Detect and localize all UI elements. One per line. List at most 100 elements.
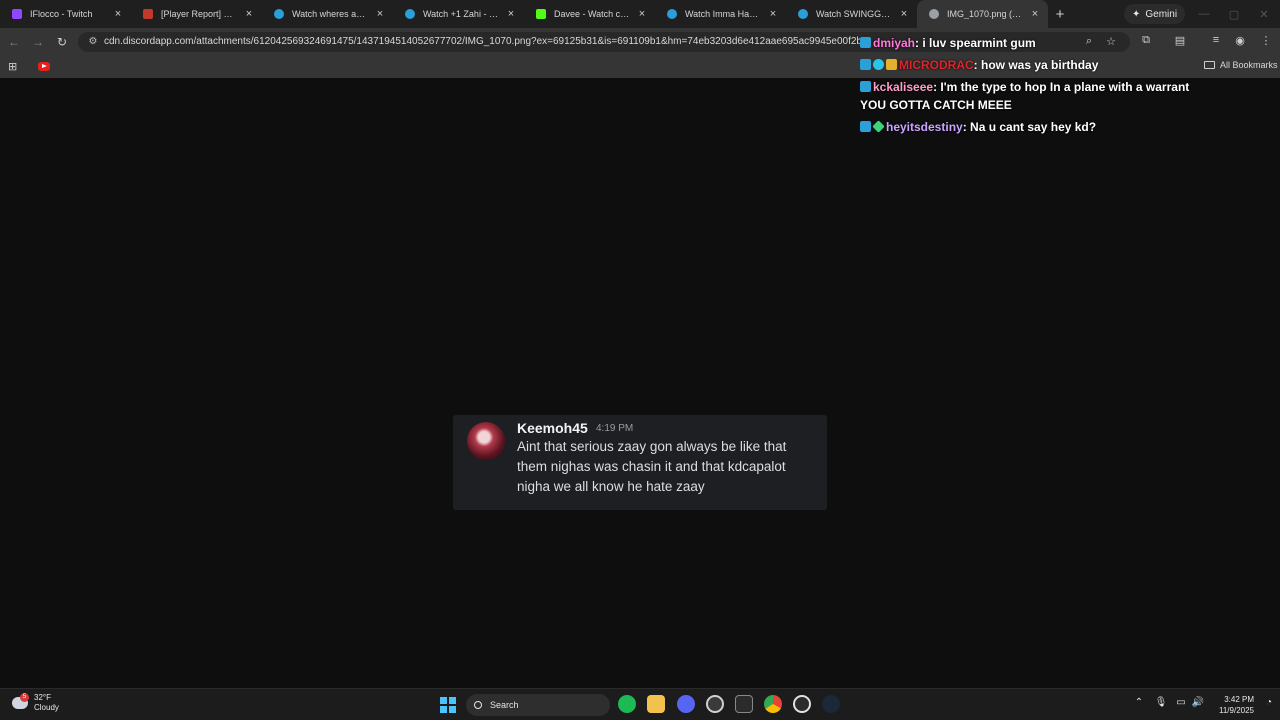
chat-username: heyitsdestiny: [886, 120, 963, 134]
badge-icon: [860, 37, 871, 48]
clock-time: 3:42 PM: [1224, 695, 1254, 704]
gemini-label: Gemini: [1145, 8, 1178, 20]
extensions-icon[interactable]: ⧉: [1138, 34, 1154, 50]
tab-title: Watch Imma Handlerr |: [685, 9, 762, 19]
badge-icon: [860, 121, 871, 132]
chat-username: kckaliseee: [873, 80, 934, 94]
steam-icon[interactable]: [822, 695, 840, 713]
chat-username: MICRODRAC: [899, 58, 974, 72]
start-icon[interactable]: [440, 697, 456, 713]
chevron-up-icon[interactable]: ⌃: [1132, 697, 1146, 708]
sparkle-badge-icon: [872, 120, 885, 133]
close-icon[interactable]: ×: [504, 8, 518, 20]
discord-icon[interactable]: [677, 695, 695, 713]
tab-wheres-audio[interactable]: Watch wheres audio | S ×: [262, 0, 393, 28]
maximize-icon[interactable]: ▢: [1218, 0, 1250, 28]
tab-title: IMG_1070.png (750×15: [947, 9, 1024, 19]
tab-swinggg[interactable]: Watch SWINGGG - Ha ×: [786, 0, 917, 28]
minimize-icon[interactable]: —: [1188, 0, 1220, 28]
tab-twitch[interactable]: IFlocco - Twitch ×: [0, 0, 131, 28]
tab-davee[interactable]: Davee - Watch clips on ×: [524, 0, 655, 28]
weather-widget[interactable]: 5 32°F Cloudy: [12, 693, 59, 713]
url-text[interactable]: cdn.discordapp.com/attachments/612042569…: [104, 36, 864, 47]
bookmark-star-icon[interactable]: ☆: [1104, 35, 1118, 49]
close-icon[interactable]: ×: [111, 8, 125, 20]
clock[interactable]: 3:42 PM 11/9/2025: [1212, 694, 1254, 716]
tab-img-1070[interactable]: IMG_1070.png (750×15 ×: [917, 0, 1048, 28]
back-icon[interactable]: ←: [6, 34, 22, 50]
search-label: Search: [490, 700, 519, 710]
g-hub-icon[interactable]: [793, 695, 811, 713]
zoom-icon[interactable]: ⌕: [1082, 35, 1096, 49]
apps-icon[interactable]: ⊞: [8, 60, 20, 73]
all-bookmarks-button[interactable]: All Bookmarks: [1204, 60, 1278, 70]
badge-icon: [860, 59, 871, 70]
gemini-button[interactable]: ✦ Gemini: [1124, 4, 1186, 24]
close-icon[interactable]: ×: [635, 8, 649, 20]
app-icon[interactable]: [706, 695, 724, 713]
kick-icon: [405, 9, 415, 19]
badge-icon: [873, 59, 884, 70]
microphone-icon[interactable]: 🎙: [1154, 697, 1168, 708]
message-author: Keemoh45: [517, 420, 588, 436]
search-icon: [474, 701, 482, 709]
chat-message: kckaliseee: I'm the type to hop In a pla…: [860, 78, 1189, 114]
epic-games-icon[interactable]: [735, 695, 753, 713]
close-icon[interactable]: ×: [373, 8, 387, 20]
media-icon[interactable]: ≡: [1208, 34, 1224, 50]
discord-message: Keemoh45 4:19 PM Aint that serious zaay …: [453, 415, 827, 510]
chat-message: dmiyah: i luv spearmint gum: [860, 34, 1036, 52]
tab-title: Davee - Watch clips on: [554, 9, 631, 19]
chat-text: : how was ya birthday: [973, 58, 1099, 72]
reload-icon[interactable]: ↻: [54, 34, 70, 50]
kick-icon: [274, 9, 284, 19]
close-icon[interactable]: ×: [766, 8, 780, 20]
weather-badge: 5: [20, 693, 29, 702]
chat-text: YOU GOTTA CATCH MEEE: [860, 98, 1012, 112]
forward-icon[interactable]: →: [30, 34, 46, 50]
all-bookmarks-label: All Bookmarks: [1220, 60, 1278, 70]
weather-desc: Cloudy: [34, 703, 59, 712]
badge-icon: [860, 81, 871, 92]
kick-green-icon: [536, 9, 546, 19]
chat-text: : i luv spearmint gum: [915, 36, 1036, 50]
kick-icon: [667, 9, 677, 19]
file-explorer-icon[interactable]: [647, 695, 665, 713]
report-icon: [143, 9, 153, 19]
tab-title: Watch wheres audio | S: [292, 9, 369, 19]
weather-temp: 32°F: [34, 693, 51, 702]
close-icon[interactable]: ×: [897, 8, 911, 20]
close-icon[interactable]: ×: [242, 8, 256, 20]
avatar: [467, 422, 505, 460]
spotify-icon[interactable]: [618, 695, 636, 713]
globe-icon: [929, 9, 939, 19]
crown-icon: [886, 59, 897, 70]
toolbar: ← → ↻ ⚙ cdn.discordapp.com/attachments/6…: [0, 28, 1280, 56]
folder-icon: [1204, 61, 1215, 69]
profile-icon[interactable]: ◉: [1232, 34, 1248, 50]
menu-icon[interactable]: ⋮: [1258, 34, 1274, 50]
close-window-icon[interactable]: ✕: [1248, 0, 1280, 28]
chat-text: : Na u cant say hey kd?: [962, 120, 1097, 134]
kick-icon: [798, 9, 808, 19]
chat-text: : I'm the type to hop In a plane with a …: [933, 80, 1190, 94]
side-panel-icon[interactable]: ▤: [1172, 34, 1188, 50]
tab-player-report[interactable]: [Player Report] Hahcs | ×: [131, 0, 262, 28]
chrome-icon[interactable]: [764, 695, 782, 713]
youtube-icon[interactable]: [38, 62, 50, 71]
notifications-icon[interactable]: ◔: [1262, 697, 1276, 708]
close-icon[interactable]: ×: [1028, 8, 1042, 20]
chat-username: dmiyah: [873, 36, 916, 50]
tab-zahi[interactable]: Watch +1 Zahi - @zhim ×: [393, 0, 524, 28]
clock-date: 11/9/2025: [1219, 706, 1254, 715]
new-tab-button[interactable]: +: [1048, 6, 1072, 23]
image-viewer: Keemoh45 4:19 PM Aint that serious zaay …: [0, 78, 1280, 686]
tab-imma-handlerr[interactable]: Watch Imma Handlerr | ×: [655, 0, 786, 28]
volume-icon[interactable]: 🔊: [1191, 697, 1205, 708]
sparkle-icon: ✦: [1132, 8, 1141, 20]
site-info-icon[interactable]: ⚙: [87, 36, 99, 48]
message-text: Aint that serious zaay gon always be lik…: [517, 439, 787, 494]
taskbar-search[interactable]: Search: [466, 694, 610, 716]
tab-title: [Player Report] Hahcs |: [161, 9, 238, 19]
network-icon[interactable]: ▭: [1174, 697, 1188, 708]
